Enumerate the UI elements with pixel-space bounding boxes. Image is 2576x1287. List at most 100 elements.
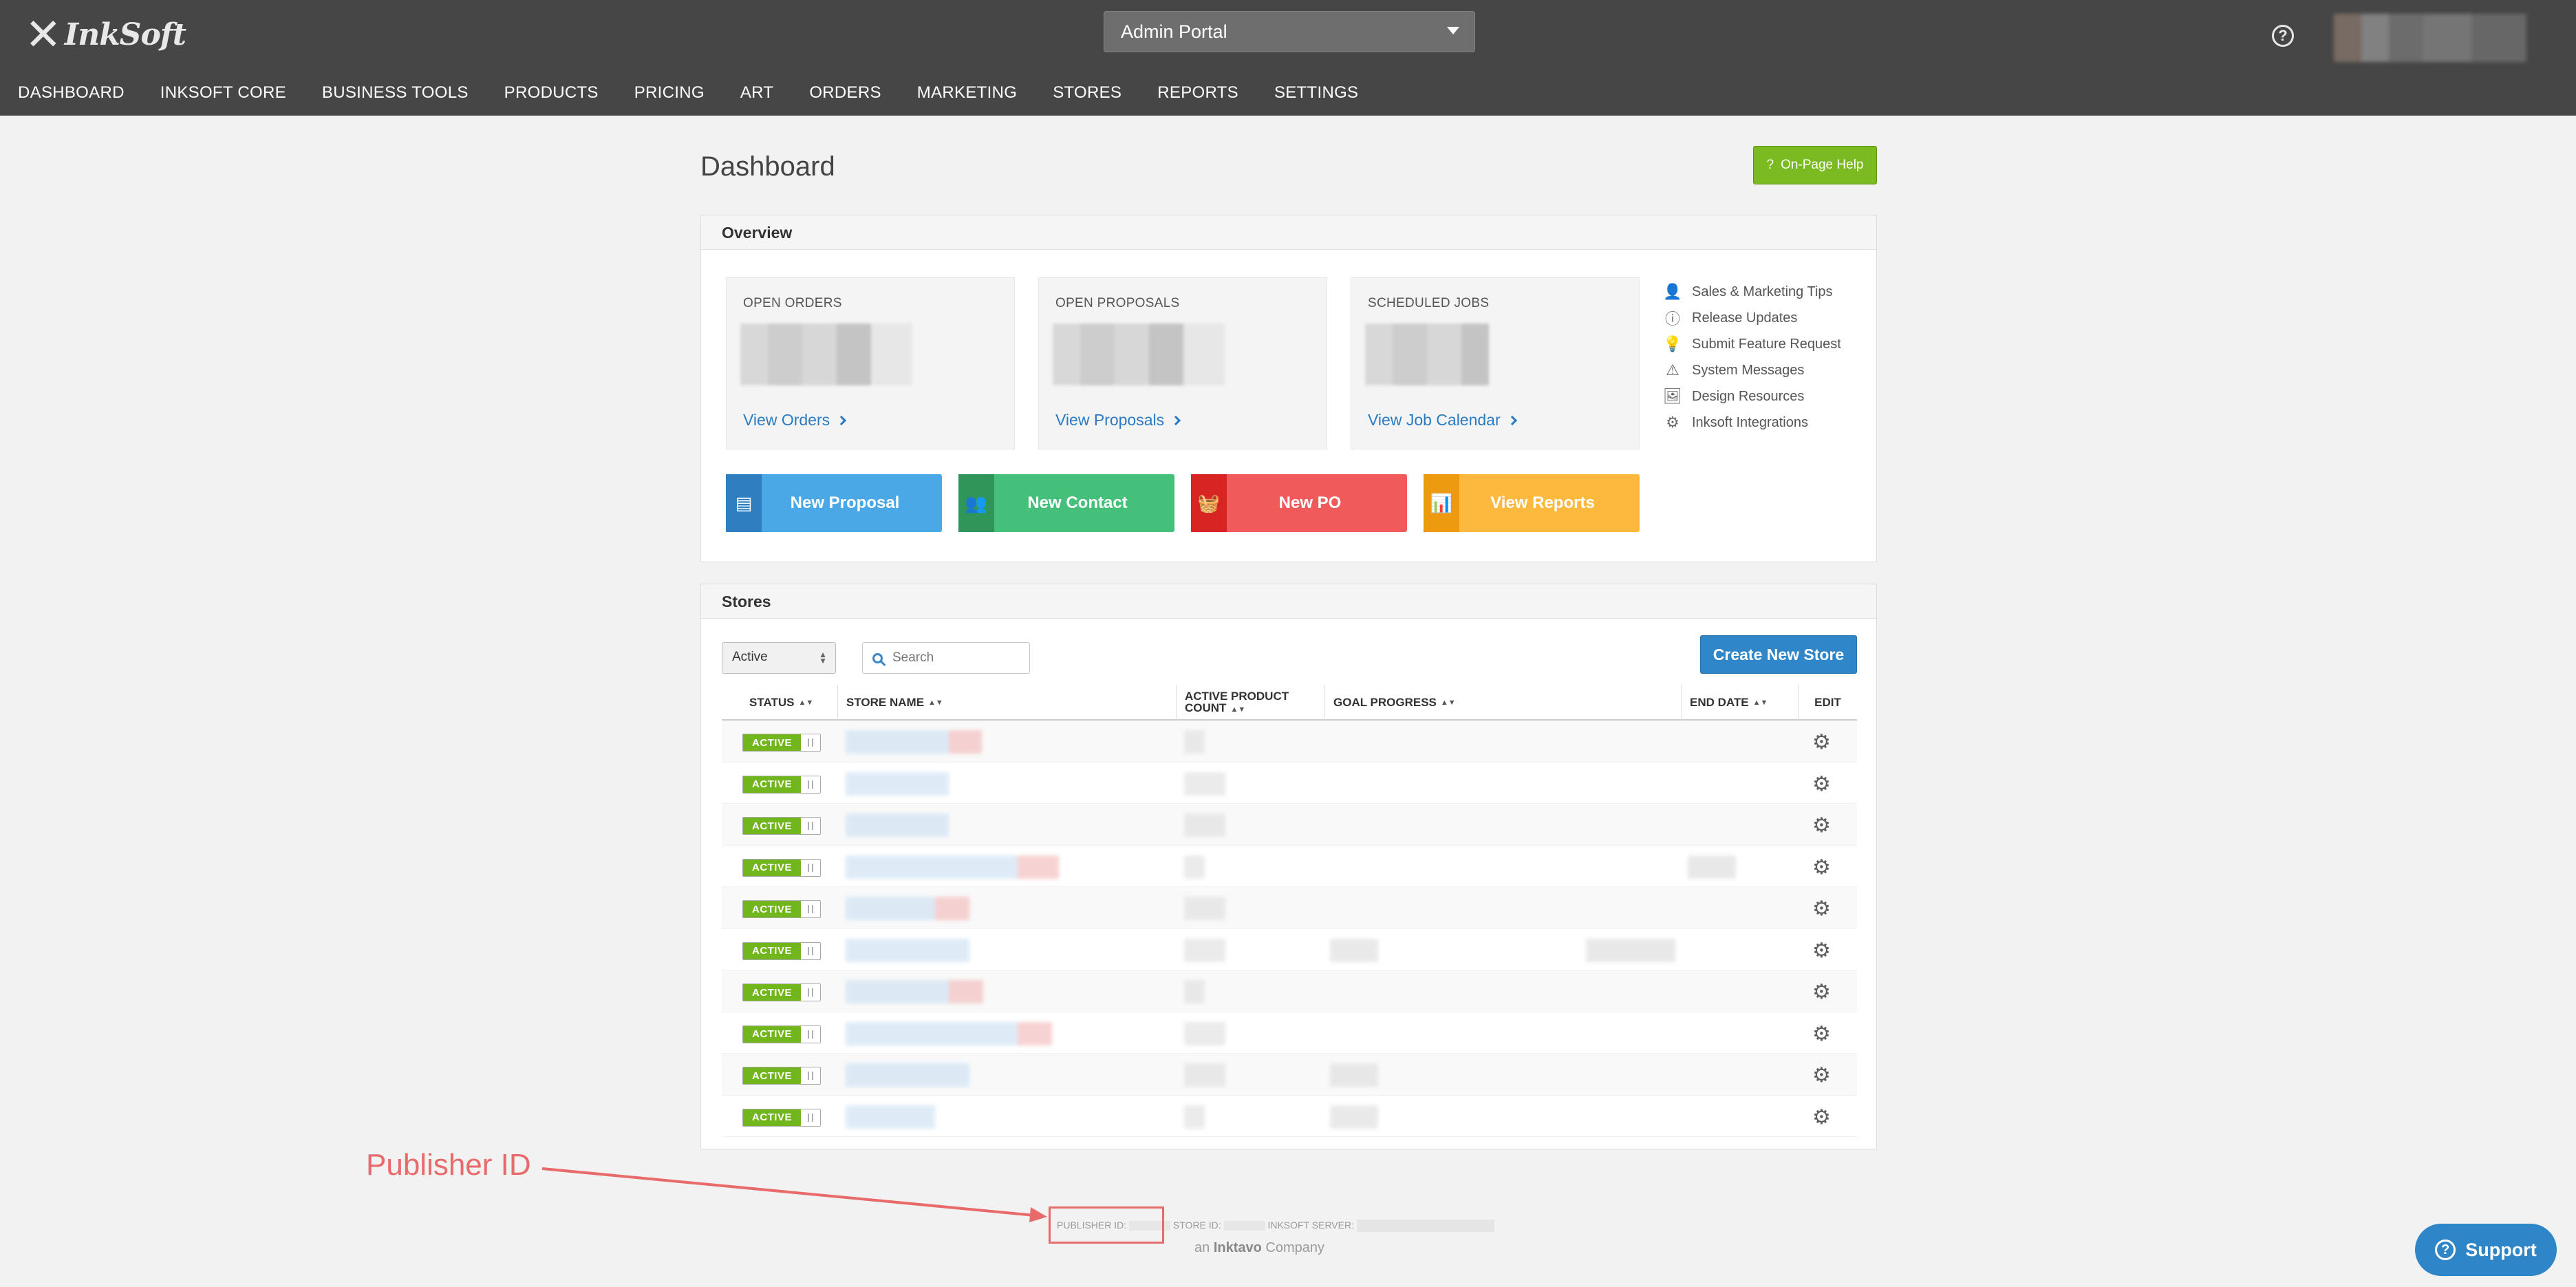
store-name-redacted[interactable] bbox=[846, 855, 1059, 879]
status-toggle[interactable]: ACTIVE bbox=[742, 817, 821, 835]
product-count-redacted bbox=[1184, 980, 1205, 1003]
gear-icon[interactable]: ⚙ bbox=[1812, 897, 1831, 921]
nav-pricing[interactable]: PRICING bbox=[616, 83, 722, 103]
view-proposals-label: View Proposals bbox=[1055, 411, 1165, 429]
chevron-right-icon bbox=[1171, 415, 1181, 425]
col-status[interactable]: STATUS ▲▼ bbox=[722, 685, 837, 721]
status-toggle[interactable]: ACTIVE bbox=[742, 1108, 821, 1127]
end-date-redacted bbox=[1688, 855, 1736, 879]
store-id-value-redacted bbox=[1223, 1221, 1265, 1231]
gear-icon[interactable]: ⚙ bbox=[1812, 772, 1831, 796]
gear-icon[interactable]: ⚙ bbox=[1812, 1063, 1831, 1087]
nav-marketing[interactable]: MARKETING bbox=[899, 83, 1035, 103]
new-contact-button[interactable]: 👥 New Contact bbox=[958, 474, 1174, 532]
table-row: ACTIVE ⚙ bbox=[722, 804, 1857, 846]
user-account-avatar[interactable] bbox=[2334, 14, 2526, 62]
quick-link-label: Submit Feature Request bbox=[1692, 336, 1841, 352]
view-reports-button[interactable]: 📊 View Reports bbox=[1424, 474, 1640, 532]
table-row: ACTIVE ⚙ bbox=[722, 1096, 1857, 1137]
col-store-name[interactable]: STORE NAME ▲▼ bbox=[837, 685, 1176, 721]
help-question-icon[interactable]: ? bbox=[2272, 25, 2294, 47]
quick-link-release-updates[interactable]: ⓘ Release Updates bbox=[1664, 305, 1841, 331]
quick-link-submit-feature-request[interactable]: 💡 Submit Feature Request bbox=[1663, 331, 1841, 357]
stores-table-body: ACTIVE ⚙ ACTIVE ⚙ ACTIVE ⚙ ACTIVE ⚙ ACTIVE ⚙ ACTIV… bbox=[722, 721, 1857, 1137]
view-orders-link[interactable]: View Orders bbox=[743, 411, 847, 429]
footer-tagline: an Inktavo Company bbox=[1194, 1240, 1324, 1256]
portal-select[interactable]: Admin Portal bbox=[1104, 11, 1475, 52]
new-po-button[interactable]: 🧺 New PO bbox=[1191, 474, 1407, 532]
quick-link-sales-marketing-tips[interactable]: 👤 Sales & Marketing Tips bbox=[1663, 279, 1841, 305]
quick-link-inksoft-integrations[interactable]: ⚙ Inksoft Integrations bbox=[1664, 410, 1841, 436]
gear-icon[interactable]: ⚙ bbox=[1812, 980, 1831, 1004]
nav-dashboard[interactable]: DASHBOARD bbox=[0, 83, 142, 103]
status-toggle-label: ACTIVE bbox=[743, 984, 801, 1001]
status-toggle[interactable]: ACTIVE bbox=[742, 983, 821, 1001]
store-name-redacted[interactable] bbox=[846, 938, 969, 962]
status-toggle[interactable]: ACTIVE bbox=[742, 900, 821, 918]
col-product-count[interactable]: ACTIVE PRODUCT COUNT ▲▼ bbox=[1176, 685, 1324, 721]
gear-icon[interactable]: ⚙ bbox=[1812, 939, 1831, 963]
store-name-redacted[interactable] bbox=[846, 1105, 935, 1129]
gear-icon[interactable]: ⚙ bbox=[1812, 1105, 1831, 1129]
gear-icon[interactable]: ⚙ bbox=[1812, 813, 1831, 838]
nav-products[interactable]: PRODUCTS bbox=[486, 83, 616, 103]
nav-art[interactable]: ART bbox=[722, 83, 791, 103]
gear-icon[interactable]: ⚙ bbox=[1812, 1022, 1831, 1046]
support-button[interactable]: ? Support bbox=[2415, 1224, 2557, 1276]
view-proposals-link[interactable]: View Proposals bbox=[1055, 411, 1181, 429]
nav-business-tools[interactable]: BUSINESS TOOLS bbox=[304, 83, 486, 103]
quick-link-label: System Messages bbox=[1692, 362, 1805, 378]
store-name-redacted[interactable] bbox=[846, 730, 982, 754]
col-end-date[interactable]: END DATE ▲▼ bbox=[1681, 685, 1798, 721]
inksoft-logo[interactable]: ✕ InkSoft bbox=[25, 10, 186, 59]
image-icon: 🖼 bbox=[1663, 387, 1682, 405]
lightbulb-icon: 💡 bbox=[1663, 335, 1682, 352]
product-count-redacted bbox=[1184, 855, 1205, 879]
store-name-redacted[interactable] bbox=[846, 1063, 969, 1087]
toggle-grip-icon bbox=[805, 946, 816, 955]
quick-link-label: Sales & Marketing Tips bbox=[1692, 284, 1833, 299]
store-name-redacted[interactable] bbox=[846, 772, 949, 796]
on-page-help-button[interactable]: ? On-Page Help bbox=[1753, 146, 1877, 184]
stores-table: STATUS ▲▼ STORE NAME ▲▼ ACTIVE PRODUCT COUN… bbox=[722, 685, 1857, 1137]
stores-panel: Stores Active ▲ ▼ Search Create New Store… bbox=[700, 584, 1877, 1149]
nav-reports[interactable]: REPORTS bbox=[1139, 83, 1256, 103]
status-toggle[interactable]: ACTIVE bbox=[742, 1067, 821, 1085]
status-toggle-label: ACTIVE bbox=[743, 818, 801, 834]
quick-link-system-messages[interactable]: ⚠ System Messages bbox=[1664, 357, 1841, 383]
store-status-filter[interactable]: Active ▲ ▼ bbox=[722, 642, 836, 674]
overview-title: Overview bbox=[701, 215, 1876, 250]
status-toggle[interactable]: ACTIVE bbox=[742, 942, 821, 960]
store-name-redacted[interactable] bbox=[846, 980, 983, 1003]
col-product-count-label-1: ACTIVE PRODUCT bbox=[1185, 689, 1289, 703]
view-job-calendar-link[interactable]: View Job Calendar bbox=[1368, 411, 1517, 429]
sort-arrows-icon: ▲ ▼ bbox=[819, 650, 827, 666]
nav-orders[interactable]: ORDERS bbox=[791, 83, 899, 103]
status-toggle[interactable]: ACTIVE bbox=[742, 858, 821, 877]
gear-icon[interactable]: ⚙ bbox=[1812, 730, 1831, 754]
store-name-redacted[interactable] bbox=[846, 813, 949, 837]
portal-select-value: Admin Portal bbox=[1121, 21, 1227, 42]
new-proposal-button[interactable]: ▤ New Proposal bbox=[726, 474, 942, 532]
sort-icon: ▲▼ bbox=[1440, 699, 1456, 707]
nav-inksoft-core[interactable]: INKSOFT CORE bbox=[142, 83, 304, 103]
product-count-redacted bbox=[1184, 772, 1225, 796]
chevron-right-icon bbox=[1507, 415, 1517, 425]
col-goal-progress[interactable]: GOAL PROGRESS ▲▼ bbox=[1324, 685, 1681, 721]
col-edit: EDIT bbox=[1798, 685, 1857, 721]
status-toggle-label: ACTIVE bbox=[743, 1025, 801, 1043]
status-toggle[interactable]: ACTIVE bbox=[742, 1025, 821, 1043]
quick-link-design-resources[interactable]: 🖼 Design Resources bbox=[1663, 383, 1841, 410]
annotation-arrow-icon bbox=[541, 1167, 1047, 1222]
status-toggle[interactable]: ACTIVE bbox=[742, 775, 821, 794]
nav-stores[interactable]: STORES bbox=[1035, 83, 1139, 103]
gear-icon[interactable]: ⚙ bbox=[1812, 855, 1831, 880]
store-search-input[interactable]: Search bbox=[862, 642, 1030, 674]
status-toggle[interactable]: ACTIVE bbox=[742, 734, 821, 752]
store-name-redacted[interactable] bbox=[846, 1021, 1052, 1045]
col-goal-progress-label: GOAL PROGRESS bbox=[1333, 696, 1437, 709]
store-name-redacted[interactable] bbox=[846, 897, 969, 920]
nav-settings[interactable]: SETTINGS bbox=[1256, 83, 1376, 103]
publisher-id-annotation: Publisher ID bbox=[366, 1148, 531, 1182]
create-new-store-button[interactable]: Create New Store bbox=[1700, 635, 1857, 674]
